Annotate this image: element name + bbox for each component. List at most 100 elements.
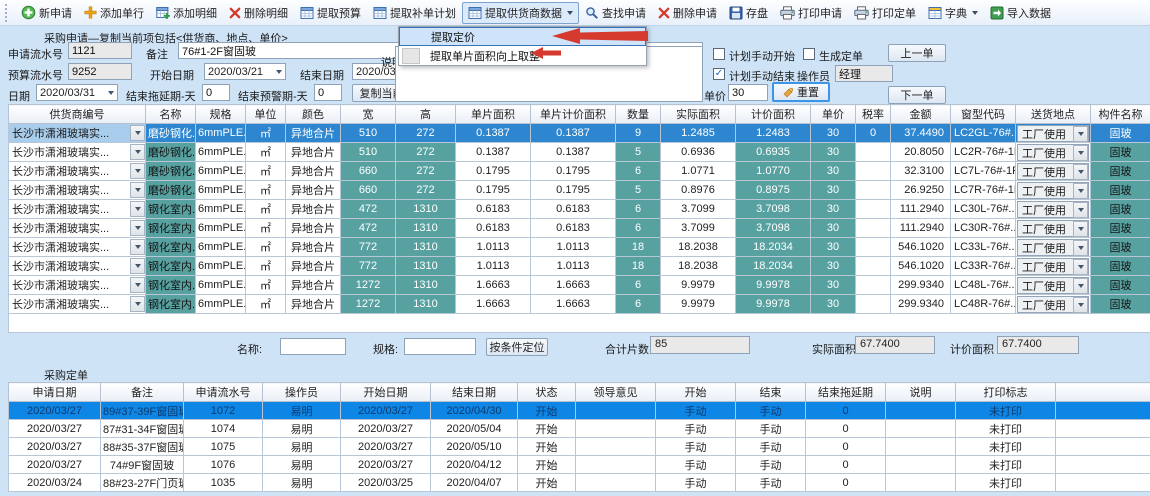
column-header-serial[interactable]: 申请流水号 [184, 383, 263, 402]
cell-filler[interactable] [1056, 402, 1150, 420]
cell-actual-area[interactable]: 3.7099 [661, 200, 736, 219]
cell-end[interactable]: 手动 [736, 402, 806, 420]
cell-unit-price[interactable]: 30 [811, 276, 856, 295]
dropdown-arrow-icon[interactable] [130, 125, 145, 141]
delivery-location-combo[interactable]: 工厂使用 [1017, 277, 1089, 294]
cell-serial[interactable]: 1075 [184, 438, 263, 456]
chevron-down-icon[interactable] [972, 11, 978, 15]
cell-tax-rate[interactable] [856, 143, 891, 162]
cell-end-date[interactable]: 2020/04/07 [431, 474, 518, 492]
cell-operator[interactable]: 易明 [263, 456, 341, 474]
cell-color[interactable]: 异地合片 [286, 200, 341, 219]
delivery-location-combo[interactable]: 工厂使用 [1017, 258, 1089, 275]
dropdown-arrow-icon[interactable] [1073, 221, 1088, 237]
cell-height[interactable]: 272 [396, 143, 456, 162]
column-header-priced-area[interactable]: 计价面积 [736, 105, 811, 124]
cell-part-name[interactable]: 固玻 [1091, 124, 1150, 143]
cell-piece-priced-area[interactable]: 1.0113 [531, 257, 616, 276]
cell-actual-area[interactable]: 1.2485 [661, 124, 736, 143]
cell-remark[interactable]: 89#37-39F窗固玻 [101, 402, 184, 420]
cell-part-name[interactable]: 固玻 [1091, 162, 1150, 181]
cell-window-code[interactable]: LC7L-76#-1FO [951, 162, 1016, 181]
cell-leader-opinion[interactable] [576, 438, 656, 456]
cell-height[interactable]: 272 [396, 124, 456, 143]
cell-piece-priced-area[interactable]: 0.1795 [531, 162, 616, 181]
toolbar-button-delete-request[interactable]: 删除申请 [652, 2, 723, 24]
cell-filler[interactable] [1056, 474, 1150, 492]
start-date-picker[interactable]: 2020/03/21 [204, 63, 286, 80]
cell-leader-opinion[interactable] [576, 420, 656, 438]
cell-qty[interactable]: 18 [616, 238, 661, 257]
cell-color[interactable]: 异地合片 [286, 162, 341, 181]
next-order-button[interactable]: 下一单 [888, 86, 946, 104]
cell-spec[interactable]: 6mmPLE... [196, 162, 246, 181]
cell-start[interactable]: 手动 [656, 474, 736, 492]
cell-spec[interactable]: 6mmPLE... [196, 295, 246, 314]
plan-manual-end-checkbox[interactable]: ✓ [713, 68, 725, 80]
table-row[interactable]: 长沙市潇湘玻璃实...磨砂钢化...6mmPLE...㎡异地合片5102720.… [9, 143, 1150, 162]
cell-spec[interactable]: 6mmPLE... [196, 143, 246, 162]
cell-window-code[interactable]: LC48R-76#... [951, 295, 1016, 314]
cell-operator[interactable]: 易明 [263, 420, 341, 438]
cell-unit[interactable]: ㎡ [246, 162, 286, 181]
dropdown-arrow-icon[interactable] [1073, 278, 1088, 294]
cell-tax-rate[interactable] [856, 295, 891, 314]
column-header-apply-date[interactable]: 申请日期 [9, 383, 101, 402]
warn-input[interactable] [314, 84, 342, 101]
column-header-piece-area[interactable]: 单片面积 [456, 105, 531, 124]
cell-apply-date[interactable]: 2020/03/27 [9, 456, 101, 474]
cell-height[interactable]: 272 [396, 181, 456, 200]
table-row[interactable]: 长沙市潇湘玻璃实...磨砂钢化...6mmPLE...㎡异地合片5102720.… [9, 124, 1150, 143]
delivery-location-combo[interactable]: 工厂使用 [1017, 220, 1089, 237]
toolbar-button-save[interactable]: 存盘 [723, 2, 774, 24]
dropdown-arrow-icon[interactable] [130, 201, 145, 217]
dropdown-arrow-icon[interactable] [130, 144, 145, 160]
cell-piece-area[interactable]: 0.1795 [456, 181, 531, 200]
cell-print-flag[interactable]: 未打印 [956, 420, 1056, 438]
column-header-amount[interactable]: 金额 [891, 105, 951, 124]
table-row[interactable]: 长沙市潇湘玻璃实...钢化室内...6mmPLE...㎡异地合片12721310… [9, 276, 1150, 295]
delivery-location-combo[interactable]: 工厂使用 [1017, 144, 1089, 161]
cell-amount[interactable]: 546.1020 [891, 257, 951, 276]
cell-priced-area[interactable]: 1.0770 [736, 162, 811, 181]
cell-unit[interactable]: ㎡ [246, 219, 286, 238]
column-header-color[interactable]: 颜色 [286, 105, 341, 124]
cell-color[interactable]: 异地合片 [286, 143, 341, 162]
toolbar-button-find-request[interactable]: 查找申请 [579, 2, 652, 24]
cell-window-code[interactable]: LC2R-76#-1F [951, 143, 1016, 162]
cell-color[interactable]: 异地合片 [286, 257, 341, 276]
dropdown-arrow-icon[interactable] [1073, 259, 1088, 275]
cell-delivery-location[interactable]: 工厂使用 [1016, 181, 1091, 200]
cell-qty[interactable]: 5 [616, 143, 661, 162]
cell-tax-rate[interactable] [856, 257, 891, 276]
cell-note[interactable] [886, 456, 956, 474]
cell-actual-area[interactable]: 9.9979 [661, 295, 736, 314]
cell-tax-rate[interactable] [856, 238, 891, 257]
previous-order-button[interactable]: 上一单 [888, 44, 946, 62]
cell-unit-price[interactable]: 30 [811, 162, 856, 181]
cell-unit-price[interactable]: 30 [811, 200, 856, 219]
cell-delivery-location[interactable]: 工厂使用 [1016, 295, 1091, 314]
dropdown-arrow-icon[interactable] [1073, 202, 1088, 218]
cell-window-code[interactable]: LC2GL-76#... [951, 124, 1016, 143]
cell-height[interactable]: 1310 [396, 276, 456, 295]
delivery-location-combo[interactable]: 工厂使用 [1017, 125, 1089, 142]
cell-part-name[interactable]: 固玻 [1091, 219, 1150, 238]
cell-end-date[interactable]: 2020/04/12 [431, 456, 518, 474]
toolbar-button-import-data[interactable]: 导入数据 [984, 2, 1057, 24]
cell-priced-area[interactable]: 0.6935 [736, 143, 811, 162]
cell-apply-date[interactable]: 2020/03/27 [9, 420, 101, 438]
cell-spec[interactable]: 6mmPLE... [196, 276, 246, 295]
cell-delivery-location[interactable]: 工厂使用 [1016, 276, 1091, 295]
cell-delivery-location[interactable]: 工厂使用 [1016, 162, 1091, 181]
cell-color[interactable]: 异地合片 [286, 276, 341, 295]
cell-window-code[interactable]: LC7R-76#-1FO [951, 181, 1016, 200]
cell-unit-price[interactable]: 30 [811, 295, 856, 314]
toolbar-button-print-order[interactable]: 打印定单 [848, 2, 922, 24]
cell-unit-price[interactable]: 30 [811, 124, 856, 143]
cell-qty[interactable]: 6 [616, 162, 661, 181]
column-header-part-name[interactable]: 构件名称 [1091, 105, 1150, 124]
cell-print-flag[interactable]: 未打印 [956, 438, 1056, 456]
cell-status[interactable]: 开始 [518, 402, 576, 420]
column-header-actual-area[interactable]: 实际面积 [661, 105, 736, 124]
